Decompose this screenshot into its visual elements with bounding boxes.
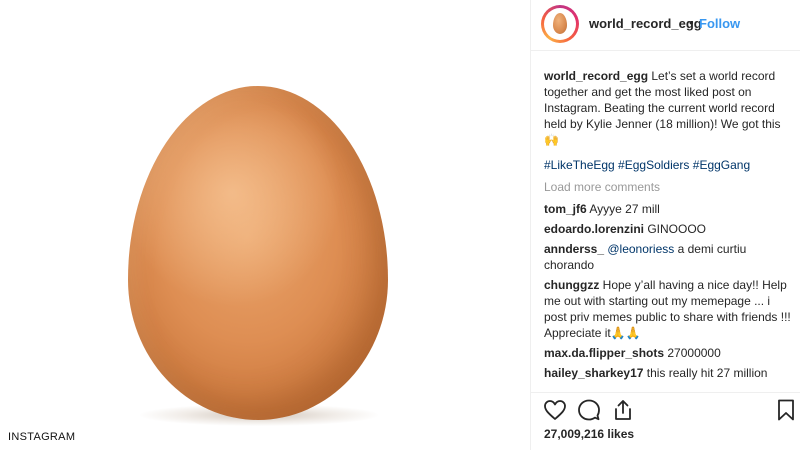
comment-text: 27000000 [664, 346, 721, 360]
heart-icon[interactable] [543, 398, 567, 422]
caption: world_record_egg Let’s set a world recor… [544, 68, 792, 148]
action-bar [531, 392, 800, 423]
post-sidebar: world_record_egg • Follow world_record_e… [531, 0, 800, 450]
post-header: world_record_egg • Follow [531, 0, 800, 51]
watermark: INSTAGRAM [8, 431, 76, 443]
avatar-frame [544, 8, 576, 40]
load-more-comments-button[interactable]: Load more comments [544, 179, 792, 195]
comments-list[interactable]: world_record_egg Let’s set a world recor… [544, 68, 792, 390]
comment-text: this really hit 27 million [643, 366, 768, 380]
caption-username[interactable]: world_record_egg [544, 69, 648, 83]
post-photo[interactable]: INSTAGRAM [0, 0, 530, 450]
comment-item: max.da.flipper_shots 27000000 [544, 345, 792, 361]
comment-username[interactable]: chunggzz [544, 278, 599, 292]
comment-text: Ayyye 27 mill [586, 202, 660, 216]
comment-item: edoardo.lorenzini GINOOOO [544, 221, 792, 237]
comment-text: GINOOOO [644, 222, 707, 236]
comment-username[interactable]: max.da.flipper_shots [544, 346, 664, 360]
likes-count[interactable]: 27,009,216 likes [544, 427, 634, 441]
avatar-egg-icon [553, 13, 567, 34]
comment-username[interactable]: hailey_sharkey17 [544, 366, 643, 380]
follow-button[interactable]: Follow [699, 16, 740, 31]
comment-item: annderss_ @leonoriess a demi curtiu chor… [544, 241, 792, 273]
separator-dot: • [689, 15, 694, 30]
bookmark-icon[interactable] [774, 398, 798, 422]
comment-item: chunggzz Hope y’all having a nice day!! … [544, 277, 792, 341]
comment-icon[interactable] [577, 398, 601, 422]
share-icon[interactable] [611, 398, 635, 422]
avatar[interactable] [541, 5, 579, 43]
comment-item: tom_jf6 Ayyye 27 mill [544, 201, 792, 217]
egg-image [128, 86, 388, 420]
header-username[interactable]: world_record_egg [589, 16, 702, 31]
comment-username[interactable]: annderss_ [544, 242, 604, 256]
comment-mention[interactable]: @leonoriess [604, 242, 674, 256]
comment-username[interactable]: tom_jf6 [544, 202, 587, 216]
comment-username[interactable]: edoardo.lorenzini [544, 222, 644, 236]
caption-hashtags[interactable]: #LikeTheEgg #EggSoldiers #EggGang [544, 157, 792, 173]
comment-item: hailey_sharkey17 this really hit 27 mill… [544, 365, 792, 381]
